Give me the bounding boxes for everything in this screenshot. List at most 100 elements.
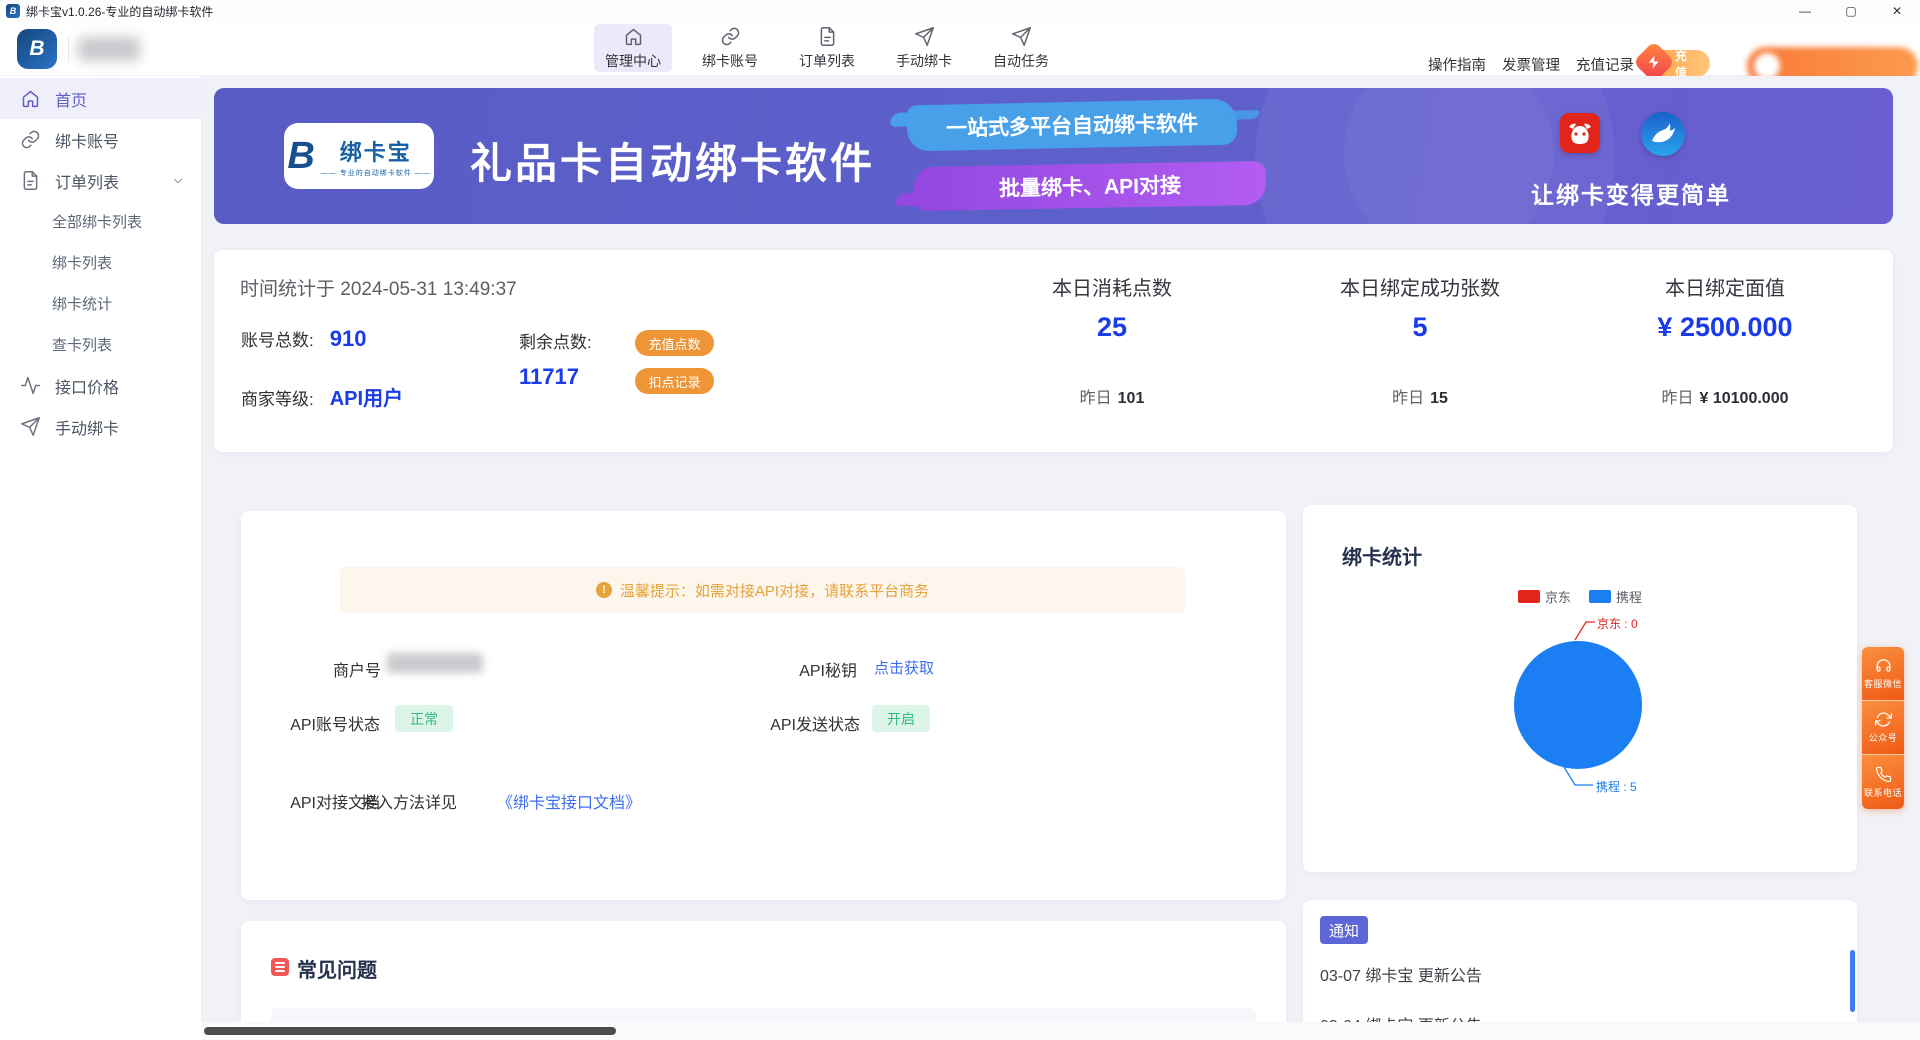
ctrip-icon: [1641, 112, 1685, 156]
account-total-value: 910: [330, 326, 367, 352]
account-total-label: 账号总数:: [241, 326, 314, 351]
sidebar-item-all-bind-list[interactable]: 全部绑卡列表: [0, 201, 201, 242]
api-account-status-label: API账号状态: [264, 711, 380, 735]
tab-label: 手动绑卡: [896, 51, 952, 71]
faq-collapsed-item[interactable]: [271, 1008, 1256, 1022]
link-recharge-records[interactable]: 充值记录: [1576, 54, 1634, 75]
tab-label: 绑卡账号: [702, 51, 758, 71]
faq-title: 常见问题: [297, 954, 377, 983]
notice-panel: 通知 03-07 绑卡宝 更新公告 03-04 绑卡宝 更新公告: [1303, 900, 1857, 1022]
promo-banner: B 绑卡宝 —— 专业的自动绑卡软件 —— 礼品卡自动绑卡软件 一站式多平台自动…: [214, 88, 1893, 224]
stat-col-points-used: 本日消耗点数 25 昨日101: [962, 250, 1262, 452]
maximize-icon[interactable]: ▢: [1828, 0, 1874, 22]
notice-item[interactable]: 03-07 绑卡宝 更新公告: [1320, 962, 1482, 986]
warning-banner: ! 温馨提示：如需对接API对接，请联系平台商务: [340, 567, 1185, 613]
sidebar-item-bind-accounts[interactable]: 绑卡账号: [0, 119, 201, 160]
warning-text: 温馨提示：如需对接API对接，请联系平台商务: [620, 580, 929, 601]
get-secret-link[interactable]: 点击获取: [874, 657, 934, 678]
app-header: B 管理中心 绑卡账号 订单列表 手动绑卡 自动任务 操作指南 发票管理 充值记…: [0, 22, 1920, 76]
tab-label: 订单列表: [799, 51, 855, 71]
paper-plane-icon: [914, 26, 935, 47]
stat-title: 本日绑定面值: [1575, 272, 1875, 301]
home-icon: [623, 26, 644, 47]
stat-prev-label: 昨日: [1392, 390, 1424, 407]
window-controls: — ▢ ✕: [1782, 0, 1920, 22]
float-label: 公众号: [1869, 731, 1898, 744]
sidebar-item-label: 订单列表: [55, 169, 119, 193]
tab-manage-center[interactable]: 管理中心: [594, 24, 672, 72]
stat-col-bind-amount: 本日绑定面值 ¥ 2500.000 昨日¥ 10100.000: [1575, 250, 1875, 452]
float-label: 联系电话: [1864, 786, 1902, 799]
sidebar-item-label: 查卡列表: [52, 334, 112, 355]
stat-value: ¥ 2500.000: [1575, 312, 1875, 343]
link-operation-guide[interactable]: 操作指南: [1428, 54, 1486, 75]
merchant-id-label: 商户号: [265, 657, 381, 681]
chevron-down-icon: [171, 174, 185, 188]
banner-decor-circle: [1344, 88, 1554, 224]
official-account-button[interactable]: 公众号: [1862, 701, 1904, 755]
faq-panel: 常见问题: [241, 921, 1286, 1022]
minimize-icon[interactable]: —: [1782, 0, 1828, 22]
banner-ribbon-1: 一站式多平台自动绑卡软件: [907, 99, 1238, 152]
main-content: B 绑卡宝 —— 专业的自动绑卡软件 —— 礼品卡自动绑卡软件 一站式多平台自动…: [202, 76, 1920, 1022]
tab-label: 管理中心: [605, 51, 661, 71]
merchant-level-label: 商家等级:: [241, 385, 314, 410]
link-invoice-manage[interactable]: 发票管理: [1502, 54, 1560, 75]
tab-order-list[interactable]: 订单列表: [788, 24, 866, 72]
phone-contact-button[interactable]: 联系电话: [1862, 755, 1904, 809]
link-icon: [720, 26, 741, 47]
recharge-points-button[interactable]: 充值点数: [635, 330, 714, 356]
sidebar-item-label: 绑卡列表: [52, 252, 112, 273]
tab-manual-bind[interactable]: 手动绑卡: [885, 24, 963, 72]
merchant-level-value: API用户: [330, 382, 403, 411]
faq-list-icon: [271, 958, 289, 976]
stat-value: 5: [1270, 312, 1570, 343]
tab-bind-accounts[interactable]: 绑卡账号: [691, 24, 769, 72]
api-doc-link[interactable]: 《绑卡宝接口文档》: [497, 789, 641, 813]
points-label: 剩余点数:: [519, 328, 592, 353]
notice-badge: 通知: [1320, 916, 1368, 944]
sidebar-item-bind-list[interactable]: 绑卡列表: [0, 242, 201, 283]
app-logo-icon: B: [6, 4, 20, 18]
banner-title: 礼品卡自动绑卡软件: [470, 130, 875, 191]
sidebar-item-order-list[interactable]: 订单列表: [0, 160, 201, 201]
sidebar-item-api-price[interactable]: 接口价格: [0, 365, 201, 406]
sidebar-item-manual-bind[interactable]: 手动绑卡: [0, 406, 201, 447]
stat-prev-label: 昨日: [1080, 390, 1112, 407]
sidebar-item-label: 首页: [55, 87, 87, 111]
sidebar-item-bind-stats[interactable]: 绑卡统计: [0, 283, 201, 324]
notice-item[interactable]: 03-04 绑卡宝 更新公告: [1320, 1012, 1482, 1022]
sidebar-item-check-card-list[interactable]: 查卡列表: [0, 324, 201, 365]
banner-slogan: 让绑卡变得更简单: [1531, 176, 1731, 210]
link-icon: [20, 129, 41, 150]
close-icon[interactable]: ✕: [1874, 0, 1920, 22]
sidebar-item-label: 绑卡统计: [52, 293, 112, 314]
phone-icon: [1875, 766, 1892, 783]
document-icon: [20, 170, 41, 191]
stat-title: 本日消耗点数: [962, 272, 1262, 301]
recharge-button[interactable]: 充 值: [1646, 50, 1710, 77]
api-doc-text: 接入方法详见: [361, 789, 491, 813]
sidebar-item-label: 绑卡账号: [55, 128, 119, 152]
sidebar-item-label: 手动绑卡: [55, 415, 119, 439]
deduct-log-button[interactable]: 扣点记录: [635, 368, 714, 394]
brand-tagline: —— 专业的自动绑卡软件 ——: [321, 168, 431, 178]
stat-prev-value: 15: [1430, 390, 1448, 407]
top-nav: 管理中心 绑卡账号 订单列表 手动绑卡 自动任务: [594, 24, 1060, 72]
tab-auto-task[interactable]: 自动任务: [982, 24, 1060, 72]
sidebar-item-label: 全部绑卡列表: [52, 211, 142, 232]
header-links: 操作指南 发票管理 充值记录: [1428, 54, 1634, 75]
horizontal-scrollbar-track[interactable]: [202, 1022, 1920, 1040]
paper-plane-icon: [20, 416, 41, 437]
sidebar-item-home[interactable]: 首页: [0, 78, 201, 119]
wechat-support-button[interactable]: 客服微信: [1862, 647, 1904, 701]
notice-scrollbar[interactable]: [1850, 950, 1855, 1012]
brand-name: 绑卡宝: [340, 135, 412, 167]
activity-icon: [20, 375, 41, 396]
stat-prev-value: 101: [1118, 390, 1145, 407]
api-account-status-badge: 正常: [395, 705, 453, 732]
warning-icon: !: [596, 582, 612, 598]
banner-ribbon-2: 批量绑卡、API对接: [914, 161, 1267, 211]
horizontal-scrollbar-thumb[interactable]: [204, 1027, 616, 1035]
home-icon: [20, 88, 41, 109]
